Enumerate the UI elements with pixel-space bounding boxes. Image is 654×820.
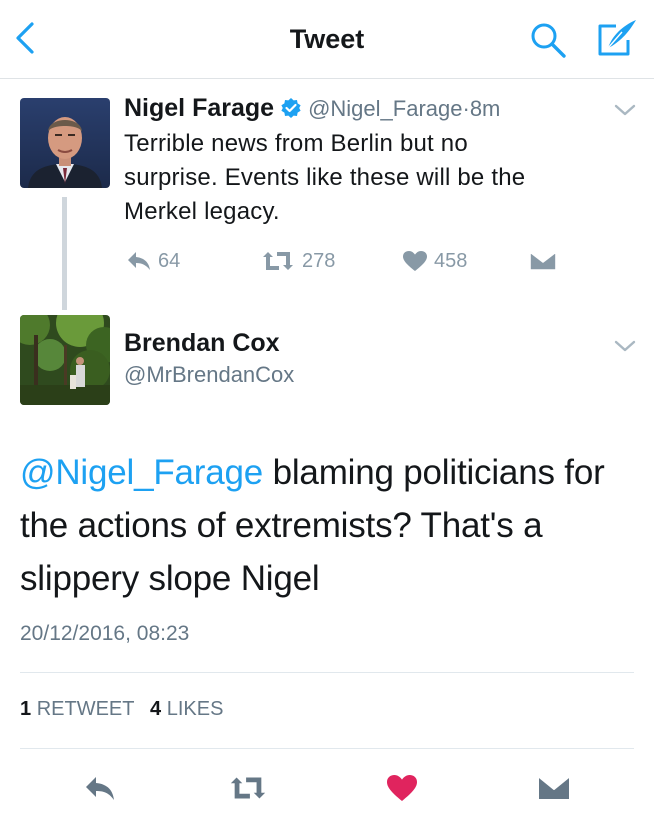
- parent-tweet-header: Nigel Farage @Nigel_Farage·8m: [124, 94, 500, 128]
- retweets-count: 1: [20, 698, 32, 720]
- retweets-stat[interactable]: 1 RETWEET: [20, 698, 134, 720]
- retweet-count: 278: [302, 249, 336, 272]
- divider: [20, 672, 634, 673]
- reply-button[interactable]: [80, 770, 120, 806]
- retweet-button[interactable]: 278: [260, 246, 335, 276]
- tweet-text-line: @Nigel_Farage blaming politicians for: [20, 446, 640, 499]
- avatar[interactable]: [20, 315, 110, 405]
- retweets-label: RETWEET: [36, 698, 135, 720]
- compose-icon[interactable]: [594, 16, 640, 60]
- retweet-icon: [230, 777, 266, 799]
- reply-icon: [128, 252, 150, 270]
- like-button[interactable]: 458: [402, 246, 467, 276]
- main-tweet-text: @Nigel_Farage blaming politicians for th…: [20, 446, 640, 605]
- engagement-stats: 1 RETWEET 4 LIKES: [20, 698, 233, 721]
- author-name[interactable]: Brendan Cox: [124, 329, 280, 358]
- direct-message-button[interactable]: [528, 246, 564, 276]
- avatar[interactable]: [20, 98, 110, 188]
- tweet-text-line: the actions of extremists? That's a: [20, 506, 543, 545]
- direct-message-button[interactable]: [534, 770, 574, 806]
- retweet-icon: [263, 252, 293, 270]
- author-name[interactable]: Nigel Farage: [124, 94, 274, 122]
- dot-separator: ·: [462, 96, 470, 121]
- direct-message-icon: [529, 251, 557, 271]
- retweet-button[interactable]: [228, 770, 268, 806]
- tweet-text-line: Terrible news from Berlin but no: [124, 130, 468, 157]
- verified-badge-icon: [280, 97, 302, 119]
- likes-label: LIKES: [166, 698, 224, 720]
- author-handle[interactable]: @Nigel_Farage: [308, 96, 462, 121]
- tweet-text-line: surprise. Events like these will be the: [124, 164, 526, 191]
- like-count: 458: [434, 249, 468, 272]
- reply-count: 64: [158, 249, 181, 272]
- parent-tweet-text: Terrible news from Berlin but no surpris…: [124, 127, 624, 229]
- author-handle[interactable]: @MrBrendanCox: [124, 362, 294, 388]
- divider: [20, 748, 634, 749]
- tweet-time: 8m: [469, 96, 501, 121]
- likes-stat[interactable]: 4 LIKES: [150, 698, 223, 720]
- tweet-text-line: Merkel legacy.: [124, 198, 280, 225]
- heart-icon: [387, 775, 417, 801]
- heart-icon: [403, 251, 427, 271]
- tweet-timestamp: 20/12/2016, 08:23: [20, 622, 190, 645]
- reply-button[interactable]: 64: [126, 246, 180, 276]
- thread-connector-line: [62, 197, 67, 310]
- tweet-text-line: slippery slope Nigel: [20, 559, 320, 598]
- chevron-down-icon[interactable]: [612, 100, 638, 120]
- mention-link[interactable]: @Nigel_Farage: [20, 453, 263, 492]
- chevron-down-icon[interactable]: [612, 336, 638, 356]
- like-button[interactable]: [382, 770, 422, 806]
- likes-count: 4: [150, 698, 162, 720]
- direct-message-icon: [537, 775, 571, 801]
- search-icon[interactable]: [528, 20, 568, 60]
- tweet-text-segment: blaming politicians for: [263, 453, 605, 492]
- reply-icon: [86, 777, 114, 800]
